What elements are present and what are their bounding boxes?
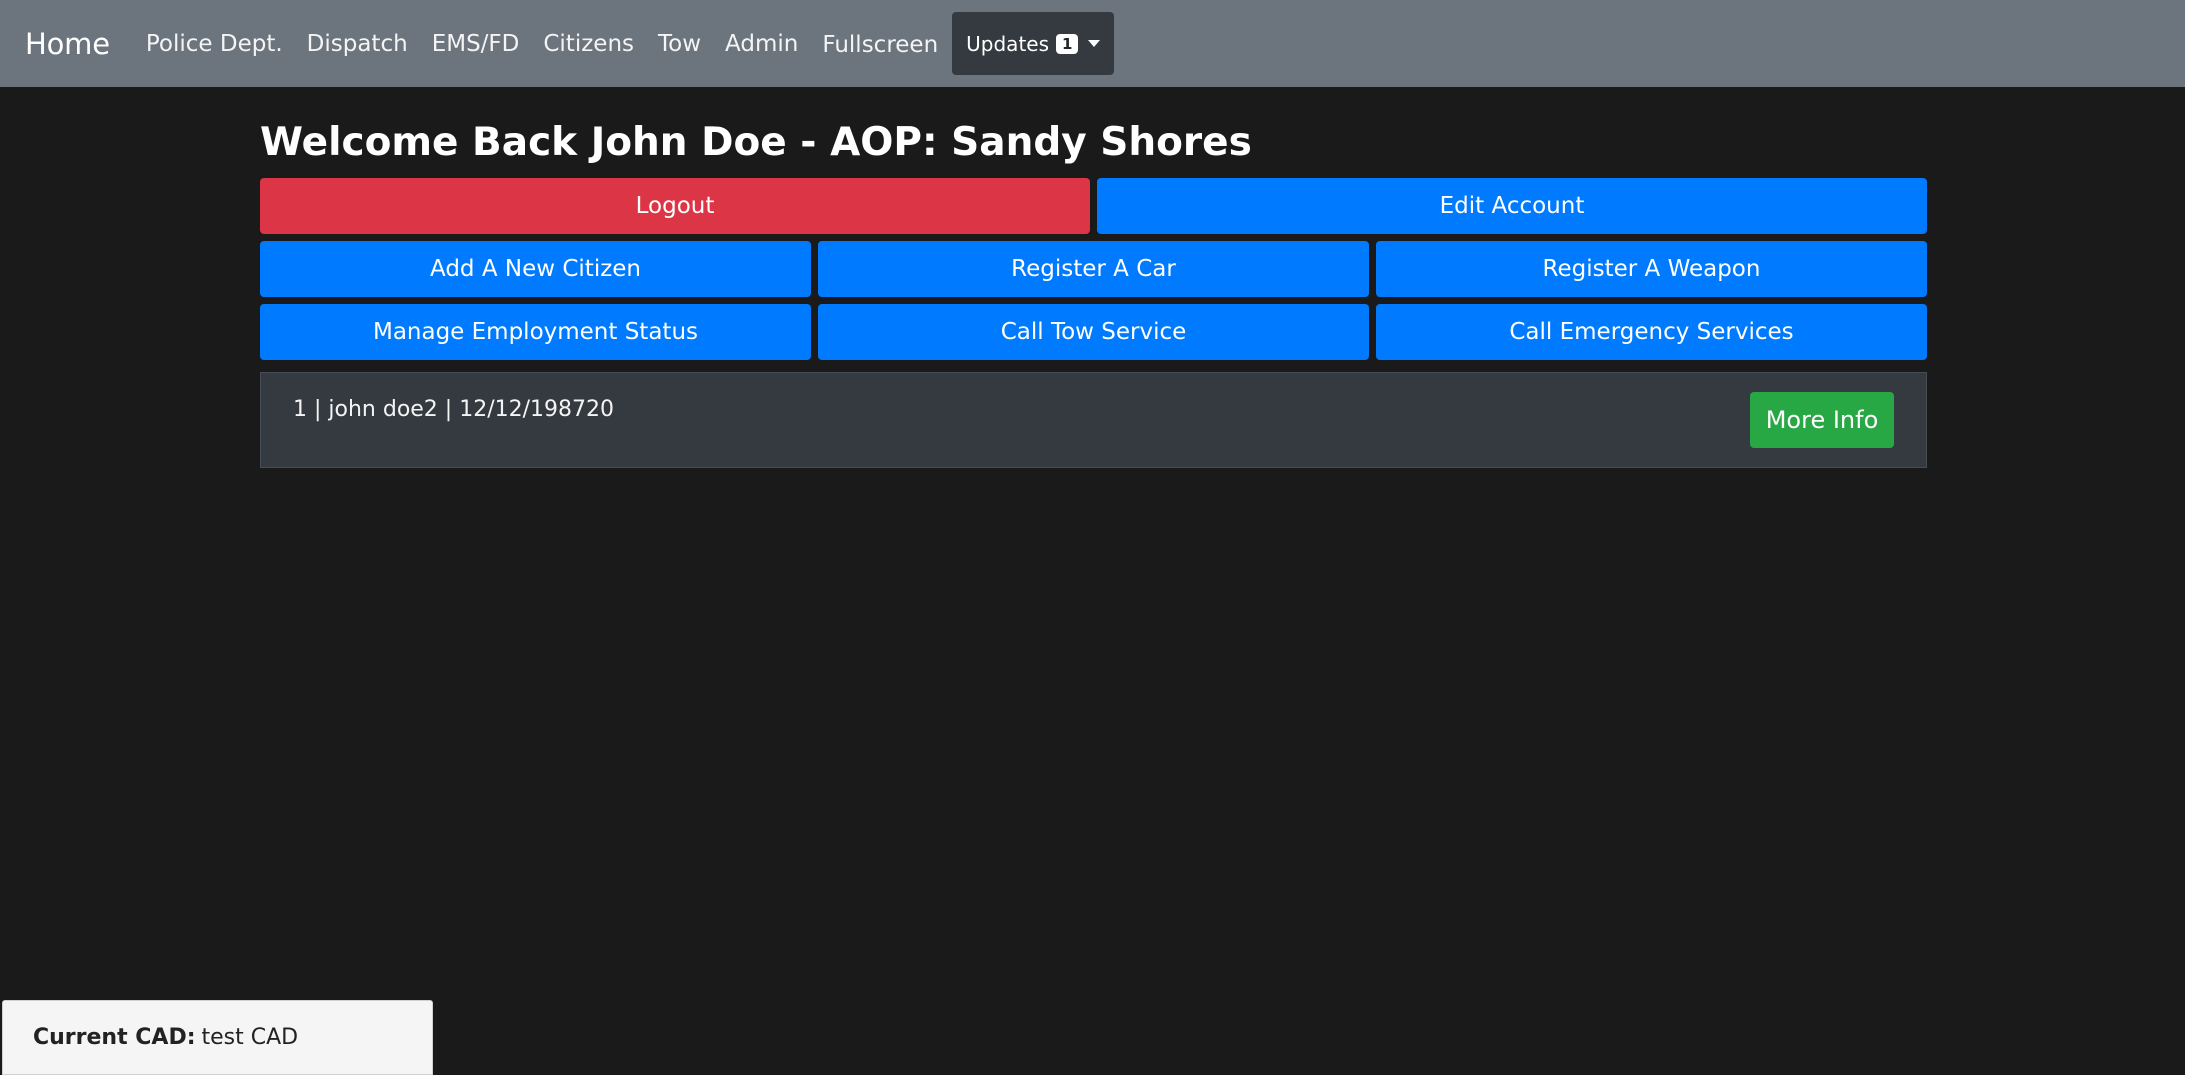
nav-link-dispatch[interactable]: Dispatch — [307, 31, 408, 57]
register-car-button[interactable]: Register A Car — [818, 241, 1369, 297]
more-info-button[interactable]: More Info — [1750, 392, 1894, 448]
welcome-heading: Welcome Back John Doe - AOP: Sandy Shore… — [260, 120, 1252, 165]
register-weapon-button[interactable]: Register A Weapon — [1376, 241, 1927, 297]
updates-label: Updates — [966, 31, 1050, 56]
edit-account-button[interactable]: Edit Account — [1097, 178, 1927, 234]
nav-home-brand[interactable]: Home — [25, 27, 110, 61]
updates-dropdown[interactable]: Updates 1 — [952, 12, 1115, 75]
nav-link-citizens[interactable]: Citizens — [543, 31, 634, 57]
citizen-summary: 1 | john doe2 | 12/12/198720 — [293, 397, 614, 422]
register-button-row: Add A New Citizen Register A Car Registe… — [260, 241, 1927, 297]
nav-link-tow[interactable]: Tow — [658, 31, 701, 57]
add-citizen-button[interactable]: Add A New Citizen — [260, 241, 811, 297]
updates-count-badge: 1 — [1056, 33, 1079, 54]
main-container: Welcome Back John Doe - AOP: Sandy Shore… — [260, 87, 1927, 468]
current-cad-panel: Current CAD: test CAD — [2, 1000, 433, 1075]
call-tow-button[interactable]: Call Tow Service — [818, 304, 1369, 360]
current-cad-value: test CAD — [201, 1025, 299, 1050]
manage-employment-button[interactable]: Manage Employment Status — [260, 304, 811, 360]
current-cad-label: Current CAD: — [33, 1025, 196, 1050]
services-button-row: Manage Employment Status Call Tow Servic… — [260, 304, 1927, 360]
logout-button[interactable]: Logout — [260, 178, 1090, 234]
citizen-list-item: 1 | john doe2 | 12/12/198720 More Info — [260, 372, 1927, 468]
nav-links: Police Dept. Dispatch EMS/FD Citizens To… — [146, 12, 1115, 75]
nav-link-ems-fd[interactable]: EMS/FD — [432, 31, 520, 57]
top-navbar: Home Police Dept. Dispatch EMS/FD Citize… — [0, 0, 2185, 87]
call-emergency-button[interactable]: Call Emergency Services — [1376, 304, 1927, 360]
nav-link-admin[interactable]: Admin — [725, 31, 798, 57]
chevron-down-icon — [1088, 40, 1101, 47]
nav-link-fullscreen[interactable]: Fullscreen — [822, 32, 938, 58]
nav-link-police-dept[interactable]: Police Dept. — [146, 31, 283, 57]
account-button-row: Logout Edit Account — [260, 178, 1927, 234]
